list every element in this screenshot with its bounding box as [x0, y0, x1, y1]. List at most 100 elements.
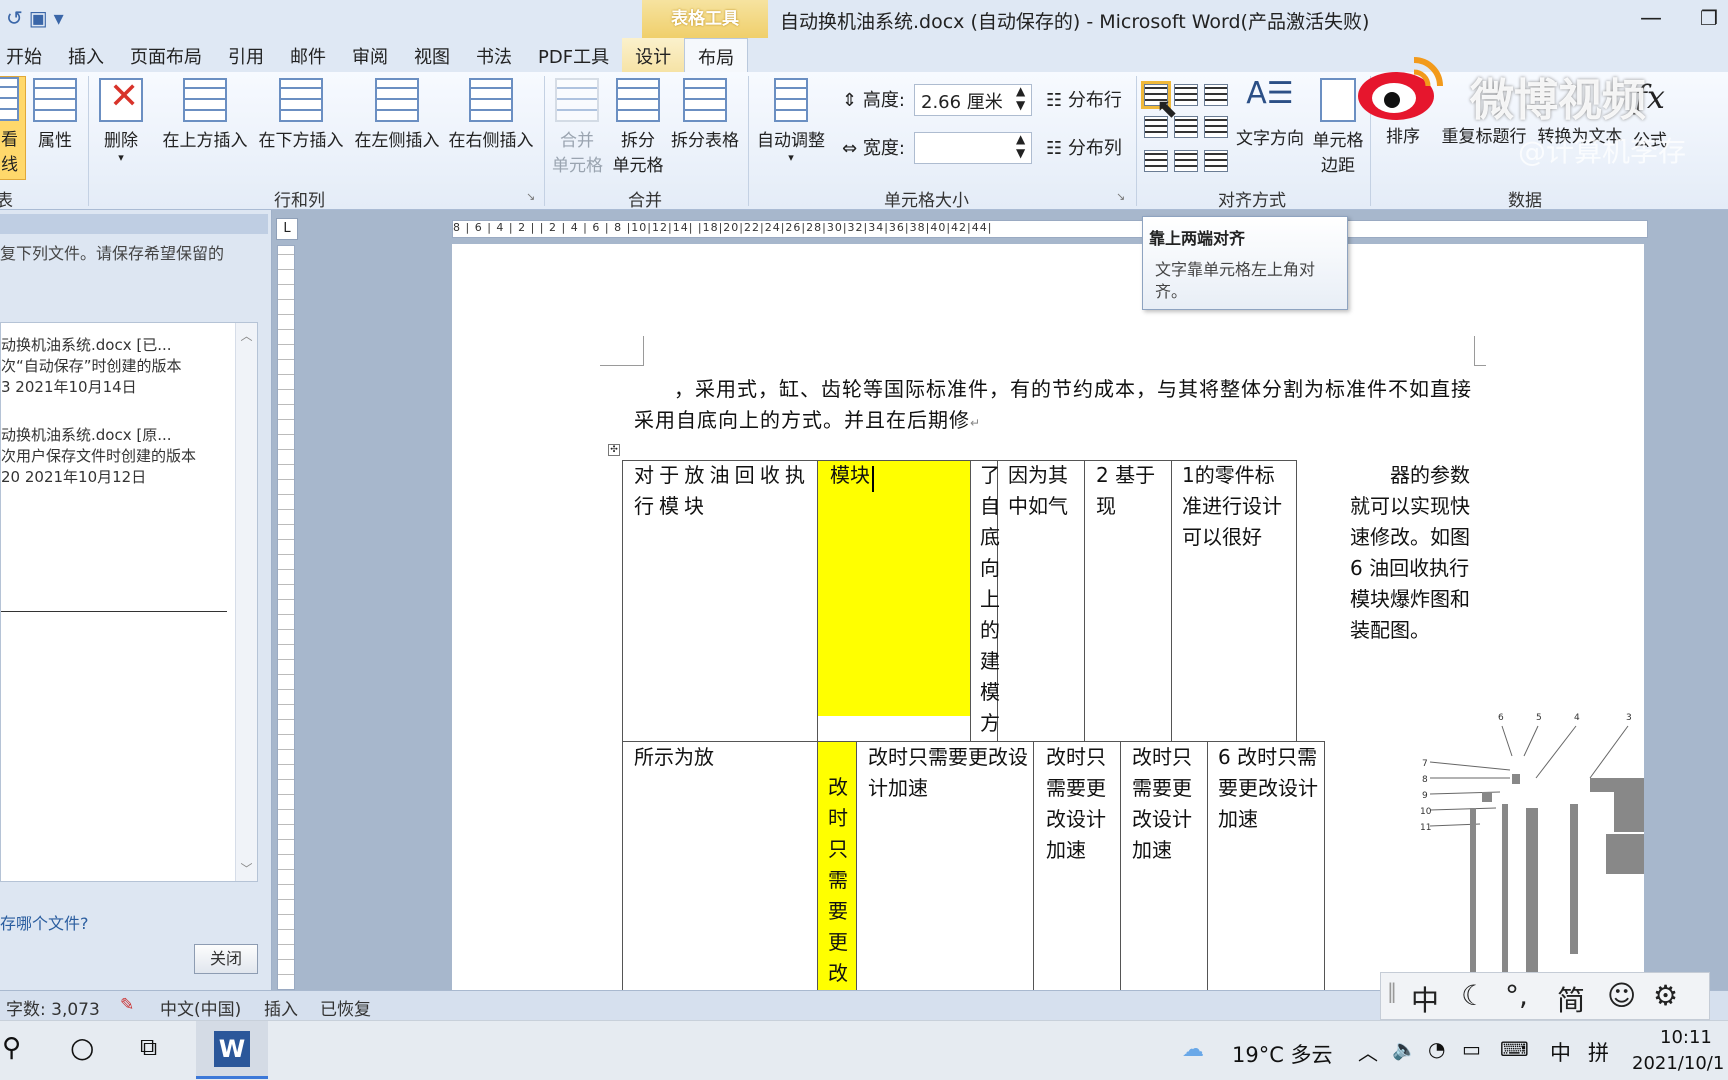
ime-punctuation[interactable]: °, [1505, 979, 1528, 1012]
align-bottom-center-icon[interactable] [1174, 150, 1198, 172]
weibo-logo-icon [1358, 57, 1443, 120]
height-spinner-icon[interactable]: ▲ ▼ [1016, 84, 1025, 112]
close-button[interactable]: 关闭 [194, 944, 258, 974]
tab-calligraphy[interactable]: 书法 [463, 38, 525, 72]
tab-references[interactable]: 引用 [215, 38, 277, 72]
ime-script[interactable]: 简 [1557, 979, 1585, 1019]
properties-button[interactable]: 属性 [30, 78, 80, 151]
pane-scrollbar[interactable]: ︿ ﹀ [235, 323, 257, 881]
clock-time[interactable]: 10:11 [1660, 1027, 1712, 1048]
scroll-up-icon[interactable]: ︿ [236, 327, 257, 344]
distribute-rows-button[interactable]: ☷ 分布行 [1046, 86, 1122, 112]
body-paragraph[interactable]: ，采用式，缸、齿轮等国际标准件，有的节约成本，与其将整体分割为标准件不如直接采用… [634, 374, 1474, 439]
pane-header [0, 214, 268, 234]
figure-callout: 10 [1420, 807, 1432, 817]
distribute-cols-button[interactable]: ☷ 分布列 [1046, 134, 1122, 160]
save-icon[interactable]: ▣ [29, 6, 48, 30]
tab-pdf-tools[interactable]: PDF工具 [525, 38, 622, 72]
tab-layout[interactable]: 布局 [684, 38, 749, 72]
width-spinner-icon[interactable]: ▲ ▼ [1016, 132, 1025, 160]
horizontal-ruler[interactable]: 8 | 6 | 4 | 2 | | 2 | 4 | 6 | 8 |10|12|1… [452, 220, 1648, 238]
layout-indicator[interactable]: 拼 [1588, 1037, 1609, 1067]
width-input[interactable] [914, 132, 1032, 164]
moon-icon[interactable]: ☾ [1461, 979, 1486, 1012]
tray-expand-icon[interactable]: ︿ [1358, 1037, 1378, 1066]
tab-view[interactable]: 视图 [401, 38, 463, 72]
word-taskbar-button[interactable]: W [196, 1021, 268, 1079]
align-bottom-right-icon[interactable] [1204, 150, 1228, 172]
word-count[interactable]: 字数: 3,073 [6, 995, 100, 1020]
task-view-icon[interactable]: ⧉ [140, 1033, 157, 1061]
customize-icon[interactable]: ▾ [54, 6, 64, 30]
height-input[interactable]: 2.66 厘米 [914, 84, 1032, 116]
width-label: ⇔ 宽度: [842, 138, 905, 159]
align-middle-right-icon[interactable] [1204, 116, 1228, 138]
split-cells-button[interactable]: 拆分 单元格 [610, 78, 666, 176]
document-page[interactable]: ，采用式，缸、齿轮等国际标准件，有的节约成本，与其将整体分割为标准件不如直接采用… [452, 244, 1644, 990]
insert-right-icon [469, 78, 513, 122]
tab-review[interactable]: 审阅 [339, 38, 401, 72]
rows-cols-launcher-icon[interactable]: ↘ [526, 190, 535, 203]
split-table-button[interactable]: 拆分表格 [668, 78, 742, 151]
cortana-icon[interactable]: ○ [70, 1031, 94, 1064]
figure-callout: 11 [1420, 823, 1431, 833]
table-cell[interactable] [817, 460, 971, 742]
insert-above-button[interactable]: 在上方插入 [160, 78, 250, 151]
language-indicator[interactable]: 中文(中国) [160, 995, 241, 1020]
emoji-icon[interactable]: ☺ [1607, 979, 1636, 1012]
tab-mailings[interactable]: 邮件 [277, 38, 339, 72]
search-icon[interactable]: ⚲ [2, 1033, 21, 1063]
recovery-question[interactable]: 存哪个文件? [0, 910, 89, 934]
insert-below-button[interactable]: 在下方插入 [256, 78, 346, 151]
ime-drag-handle-icon[interactable]: ‖ [1387, 979, 1397, 1003]
tab-insert[interactable]: 插入 [55, 38, 117, 72]
recovery-file-1[interactable]: 动换机油系统.docx [已... 次“自动保存”时创建的版本 3 2021年1… [1, 335, 229, 398]
ime-mode[interactable]: 中 [1411, 979, 1439, 1019]
tab-design[interactable]: 设计 [622, 38, 685, 72]
delete-button[interactable]: ✕ 删除 ▾ [96, 76, 146, 164]
maximize-icon[interactable]: ❐ [1700, 6, 1718, 30]
text-direction-button[interactable]: A☰ 文字方向 [1232, 76, 1308, 149]
crop-mark-left [632, 336, 644, 366]
insert-left-button[interactable]: 在左侧插入 [352, 78, 442, 151]
settings-gear-icon[interactable]: ⚙ [1653, 979, 1678, 1012]
ime-toolbar: ‖ 中 ☾ °, 简 ☺ ⚙ [1380, 972, 1710, 1020]
weather-text[interactable]: 19°C 多云 [1232, 1039, 1333, 1069]
proofing-icon[interactable]: ✎ [120, 995, 134, 1015]
figure-callout: 7 [1422, 759, 1428, 769]
distribute-cols-icon: ☷ [1046, 138, 1063, 159]
align-top-right-icon[interactable] [1204, 84, 1228, 106]
group-label-alignment: 对齐方式 [1218, 191, 1286, 211]
volume-icon[interactable]: 🔈 [1392, 1037, 1417, 1061]
ribbon-tabs: 开始 插入 页面布局 引用 邮件 审阅 视图 书法 PDF工具 设计 布局 [0, 38, 1728, 72]
table-cell[interactable] [622, 741, 818, 990]
cell-text: 改时只需要更改 [828, 775, 848, 985]
side-paragraph[interactable]: 器的参数就可以实现快速修改。如图 6 油回收执行模块爆炸图和装配图。 [1350, 460, 1486, 646]
recovery-file-2[interactable]: 动换机油系统.docx [原... 次用户保存文件时创建的版本 20 2021年… [1, 425, 229, 488]
tab-selector[interactable]: L [276, 218, 298, 240]
align-bottom-left-icon[interactable] [1144, 150, 1168, 172]
word-app-icon: W [214, 1031, 250, 1067]
minimize-icon[interactable]: — [1640, 6, 1662, 31]
exploded-view-figure[interactable]: 6 5 4 3 7 8 9 10 11 12 [1400, 708, 1644, 990]
keyboard-icon[interactable]: ⌨ [1500, 1037, 1529, 1061]
tab-page-layout[interactable]: 页面布局 [117, 38, 215, 72]
merge-cells-button[interactable]: 合并 单元格 [552, 78, 603, 176]
sort-button[interactable]: 排序 [1378, 122, 1428, 147]
autofit-button[interactable]: 自动调整 ▾ [754, 78, 828, 164]
clock-date[interactable]: 2021/10/1 [1632, 1053, 1724, 1074]
list-divider [1, 611, 227, 612]
scroll-down-icon[interactable]: ﹀ [236, 860, 257, 877]
view-gridlines-button[interactable]: 看 线 [0, 76, 26, 180]
ime-indicator[interactable]: 中 [1550, 1037, 1571, 1067]
insert-mode[interactable]: 插入 [264, 995, 298, 1020]
network-icon[interactable]: ◔ [1428, 1037, 1445, 1061]
cell-text: 因为其中如气 [1008, 463, 1068, 518]
insert-right-button[interactable]: 在右侧插入 [446, 78, 536, 151]
battery-icon[interactable]: ▭ [1462, 1037, 1481, 1061]
undo-icon[interactable]: ↺ [6, 6, 23, 30]
vertical-ruler[interactable] [277, 245, 295, 990]
table-move-handle-icon[interactable]: ✣ [608, 444, 620, 456]
cell-size-launcher-icon[interactable]: ↘ [1116, 190, 1125, 203]
tab-home[interactable]: 开始 [0, 38, 55, 72]
